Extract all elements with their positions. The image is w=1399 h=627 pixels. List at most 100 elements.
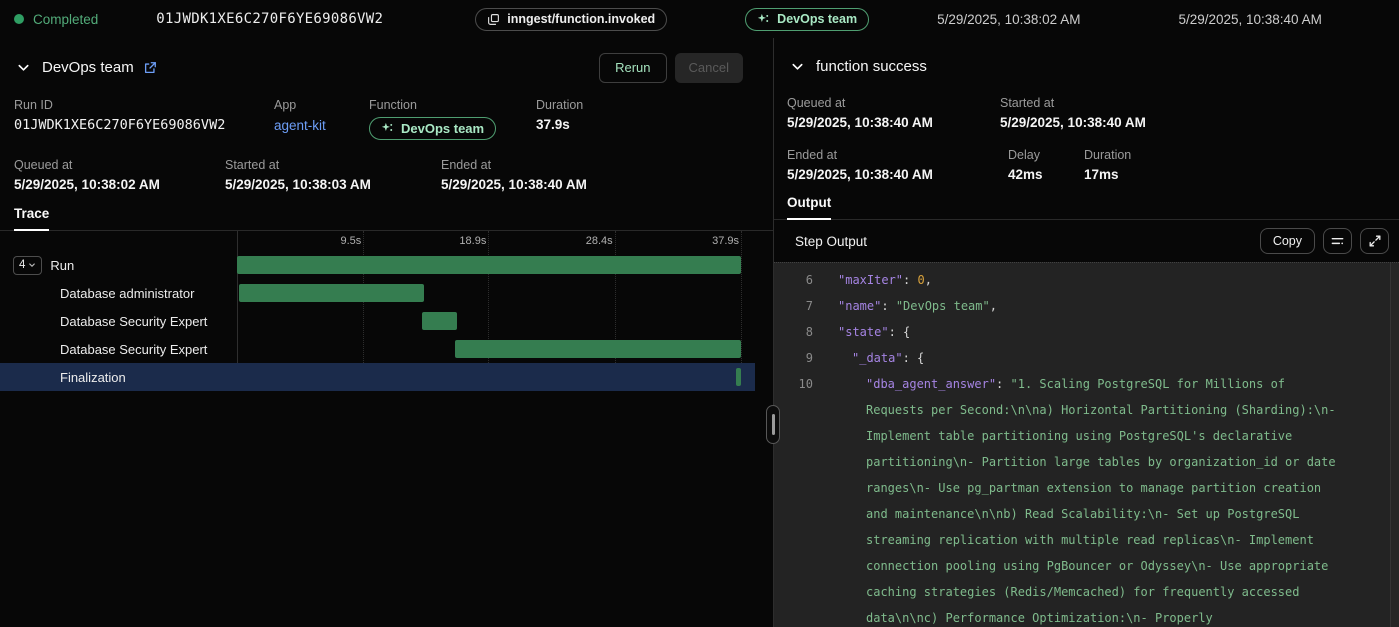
trace-row-database-security-expert[interactable]: Database Security Expert [0,335,755,363]
axis-tick-label: 28.4s [586,235,615,247]
trace-row-run[interactable]: 4 Run [0,251,755,279]
run-collapse-chevron[interactable] [14,58,33,77]
field-ended-at-value: 5/29/2025, 10:38:40 AM [441,177,773,192]
code-line: 8 "state": { [774,319,1399,345]
ai-sparkle-icon [381,122,394,135]
code-line-content: "dba_agent_answer": "1. Scaling PostgreS… [838,371,1399,627]
step-collapse-chevron[interactable] [788,57,807,76]
step-field-ended-at: Ended at 5/29/2025, 10:38:40 AM [787,148,1008,182]
trace-row-label: Database Security Expert [60,314,207,329]
trace-time-axis: 9.5s 18.9s 28.4s 37.9s [0,231,773,251]
trace-expand-count-button[interactable]: 4 [13,256,42,275]
axis-tick-label: 18.9s [459,235,488,247]
event-badge[interactable]: inngest/function.invoked [475,8,667,31]
tab-output[interactable]: Output [787,195,831,220]
field-run-id: Run ID 01JWDK1XE6C270F6YE69086VW2 [14,98,274,133]
step-panel-tabs: Output [774,194,1399,220]
field-duration: Duration 37.9s [536,98,773,132]
step-ended-at-value: 5/29/2025, 10:38:40 AM [787,167,1008,182]
code-line-number: 8 [774,319,813,345]
step-field-duration: Duration 17ms [1084,148,1399,182]
trace-span-bar [422,312,457,330]
code-line-content: "name": "DevOps team", [838,293,1052,319]
field-queued-at-value: 5/29/2025, 10:38:02 AM [14,177,225,192]
copy-button[interactable]: Copy [1260,228,1315,254]
step-field-queued-at: Queued at 5/29/2025, 10:38:40 AM [787,96,1000,130]
trace-span-bar [455,340,741,358]
word-wrap-button[interactable] [1323,228,1352,254]
field-duration-label: Duration [536,98,773,112]
code-line: 9"_data": { [774,345,1399,371]
step-queued-at-value: 5/29/2025, 10:38:40 AM [787,115,1000,130]
topbar-function-badge[interactable]: DevOps team [745,8,869,31]
field-started-at-label: Started at [225,158,441,172]
app-link[interactable]: agent-kit [274,118,326,133]
rerun-button[interactable]: Rerun [599,53,666,83]
step-details-panel: function success Queued at 5/29/2025, 10… [773,38,1399,627]
trace-span-bar [237,256,741,274]
code-line-content: "maxIter": 0, [838,267,987,293]
tab-trace[interactable]: Trace [14,206,49,231]
code-line-number: 6 [774,267,813,293]
trace-span-bar [239,284,425,302]
topbar-run-id: 01JWDK1XE6C270F6YE69086VW2 [156,11,383,27]
trace-row-label: Finalization [60,370,126,385]
open-run-external-link[interactable] [143,61,157,75]
step-field-started-at: Started at 5/29/2025, 10:38:40 AM [1000,96,1399,130]
step-output-title: Step Output [795,234,867,249]
topbar-queued-timestamp: 5/29/2025, 10:38:02 AM [937,12,1080,27]
field-run-id-label: Run ID [14,98,274,112]
step-delay-label: Delay [1008,148,1084,162]
field-queued-at: Queued at 5/29/2025, 10:38:02 AM [14,158,225,192]
trace-row-finalization[interactable]: Finalization [0,363,755,391]
code-line: 10"dba_agent_answer": "1. Scaling Postgr… [774,371,1399,627]
panel-resize-handle[interactable] [766,405,780,444]
step-started-at-value: 5/29/2025, 10:38:40 AM [1000,115,1399,130]
code-line-content: "state": { [838,319,965,345]
code-line: 6 "maxIter": 0, [774,267,1399,293]
axis-tick-label: 37.9s [712,235,741,247]
topbar-function-badge-label: DevOps team [777,12,857,26]
trace-row-label: Run [50,258,74,273]
chevron-down-icon [28,261,36,269]
field-function-label: Function [369,98,536,112]
cancel-button: Cancel [675,53,743,83]
trace-span-bar [736,368,741,386]
external-link-icon [143,61,157,75]
field-run-id-value: 01JWDK1XE6C270F6YE69086VW2 [14,117,274,133]
trace-row-label: Database administrator [60,286,194,301]
code-line: 7 "name": "DevOps team", [774,293,1399,319]
ai-sparkle-icon [757,13,770,26]
run-title: DevOps team [42,59,134,76]
function-badge-label: DevOps team [401,121,484,136]
completed-dot-icon [14,14,24,24]
step-duration-value: 17ms [1084,167,1399,182]
step-title: function success [816,58,927,75]
step-ended-at-label: Ended at [787,148,1008,162]
step-output-code: 6 "maxIter": 0, 7 "name": "DevOps team", 8 "s… [774,262,1399,627]
code-line-number: 7 [774,293,813,319]
event-stack-icon [487,13,500,26]
field-app-label: App [274,98,369,112]
expand-button[interactable] [1360,228,1389,254]
trace-expand-count: 4 [19,259,25,271]
code-scrollbar[interactable] [1390,263,1399,627]
step-field-delay: Delay 42ms [1008,148,1084,182]
step-delay-value: 42ms [1008,167,1084,182]
field-queued-at-label: Queued at [14,158,225,172]
step-queued-at-label: Queued at [787,96,1000,110]
trace-row-database-security-expert[interactable]: Database Security Expert [0,307,755,335]
field-duration-value: 37.9s [536,117,773,132]
run-details-panel: DevOps team Rerun Cancel Run ID 01JWDK1X… [0,38,773,627]
run-panel-tabs: Trace [0,205,773,231]
run-status-bar: Completed 01JWDK1XE6C270F6YE69086VW2 inn… [0,0,1399,38]
event-badge-label: inngest/function.invoked [507,12,655,26]
trace-row-database-administrator[interactable]: Database administrator [0,279,755,307]
field-started-at-value: 5/29/2025, 10:38:03 AM [225,177,441,192]
resize-grip-icon [772,414,775,435]
trace-row-label: Database Security Expert [60,342,207,357]
field-app: App agent-kit [274,98,369,135]
function-badge[interactable]: DevOps team [369,117,496,140]
expand-icon [1368,234,1382,248]
axis-tick-label: 9.5s [341,235,364,247]
